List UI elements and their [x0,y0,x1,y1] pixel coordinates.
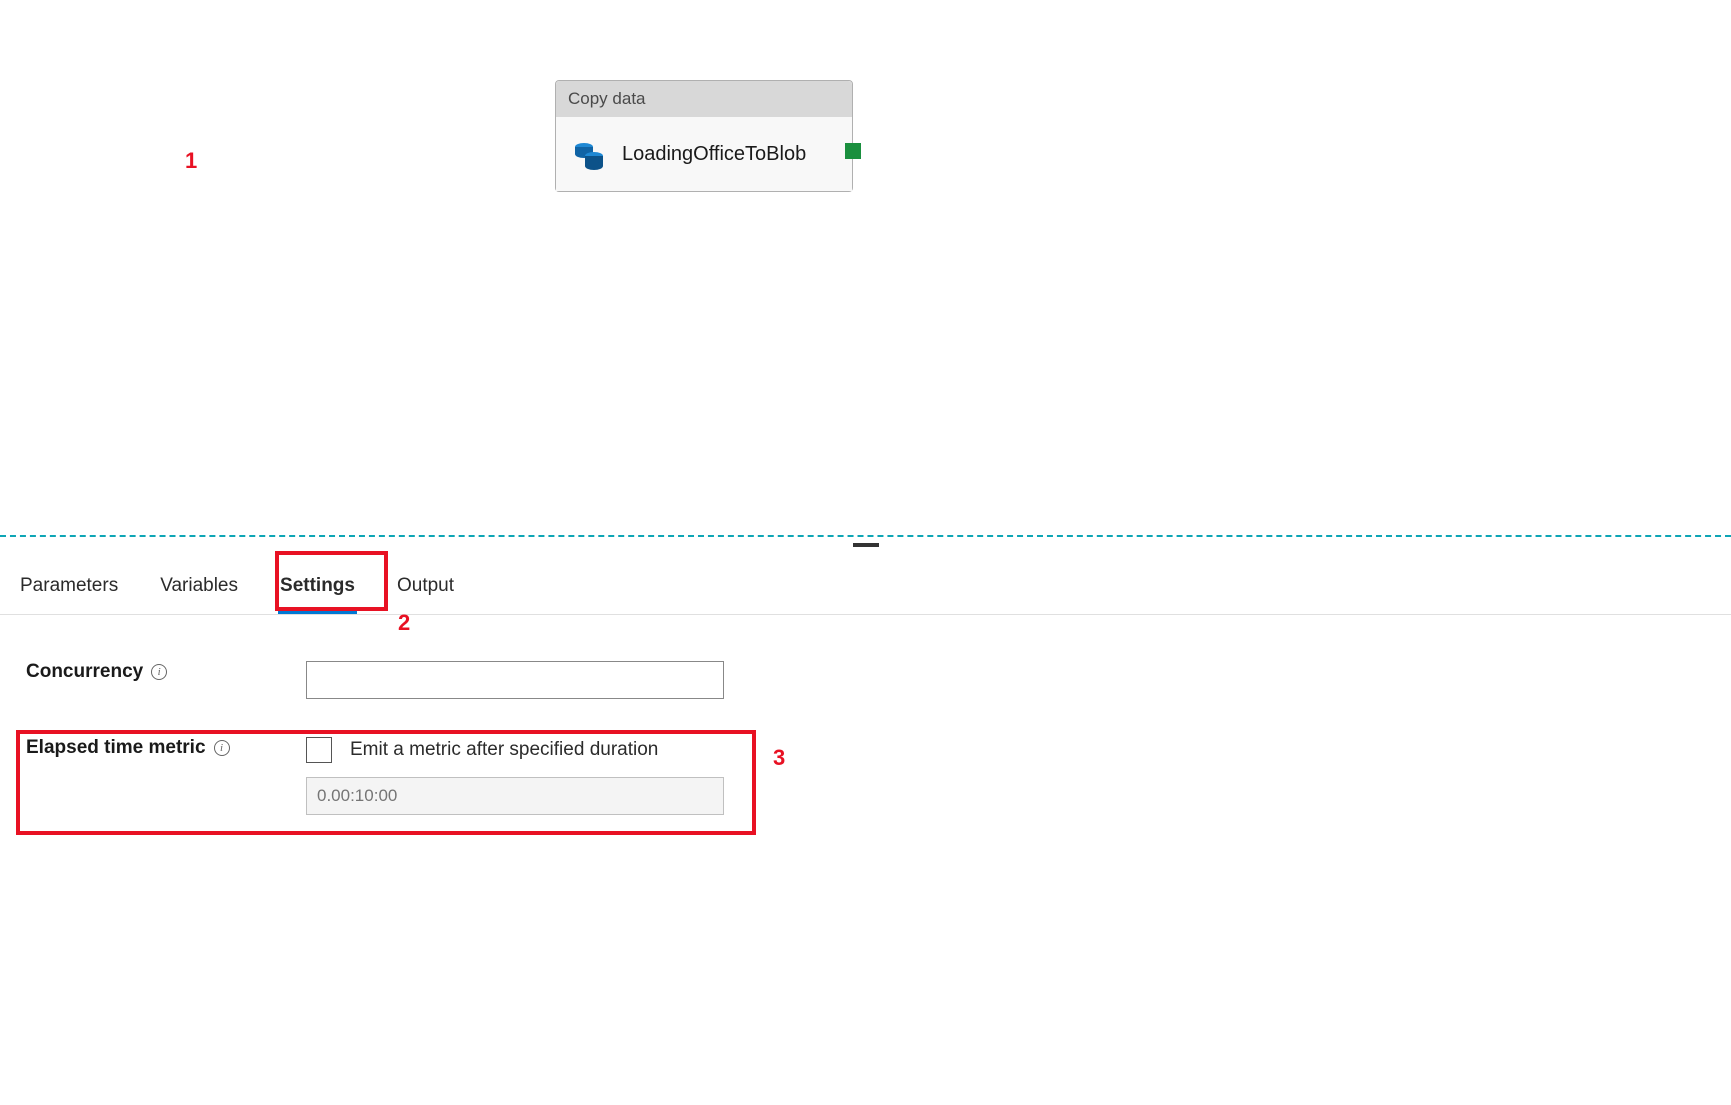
concurrency-row: Concurrency i [26,661,1705,699]
activity-body: LoadingOfficeToBlob [556,117,852,191]
elapsed-label: Elapsed time metric i [26,737,306,759]
concurrency-label: Concurrency i [26,661,306,683]
callout-marker-3: 3 [773,745,785,771]
activity-node-copy-data[interactable]: Copy data LoadingOfficeToBlob [555,80,853,192]
elapsed-row: Elapsed time metric i Emit a metric afte… [26,737,1705,815]
concurrency-input[interactable] [306,661,724,699]
pipeline-canvas[interactable]: Copy data LoadingOfficeToBlob 1 [0,0,1731,535]
activity-name: LoadingOfficeToBlob [622,143,806,166]
activity-output-handle[interactable] [845,143,861,159]
activity-header: Copy data [556,81,852,117]
tab-parameters[interactable]: Parameters [18,567,120,614]
tab-output[interactable]: Output [395,567,456,614]
panel-resize-handle[interactable] [853,543,879,547]
properties-panel: Parameters Variables Settings Output Con… [0,555,1731,899]
elapsed-checkbox-label: Emit a metric after specified duration [350,739,658,761]
callout-marker-2: 2 [398,610,410,636]
database-copy-icon [570,135,608,173]
tab-variables[interactable]: Variables [158,567,240,614]
panel-divider [0,535,1731,537]
elapsed-control-block: Emit a metric after specified duration [306,737,724,815]
tab-settings[interactable]: Settings [278,567,357,614]
elapsed-checkbox[interactable] [306,737,332,763]
elapsed-duration-input[interactable] [306,777,724,815]
properties-tabs: Parameters Variables Settings Output [0,555,1731,615]
settings-tab-content: Concurrency i Elapsed time metric i Emit… [0,615,1731,899]
info-icon[interactable]: i [151,664,167,680]
elapsed-checkbox-row: Emit a metric after specified duration [306,737,724,763]
callout-marker-1: 1 [185,148,197,174]
info-icon[interactable]: i [214,740,230,756]
